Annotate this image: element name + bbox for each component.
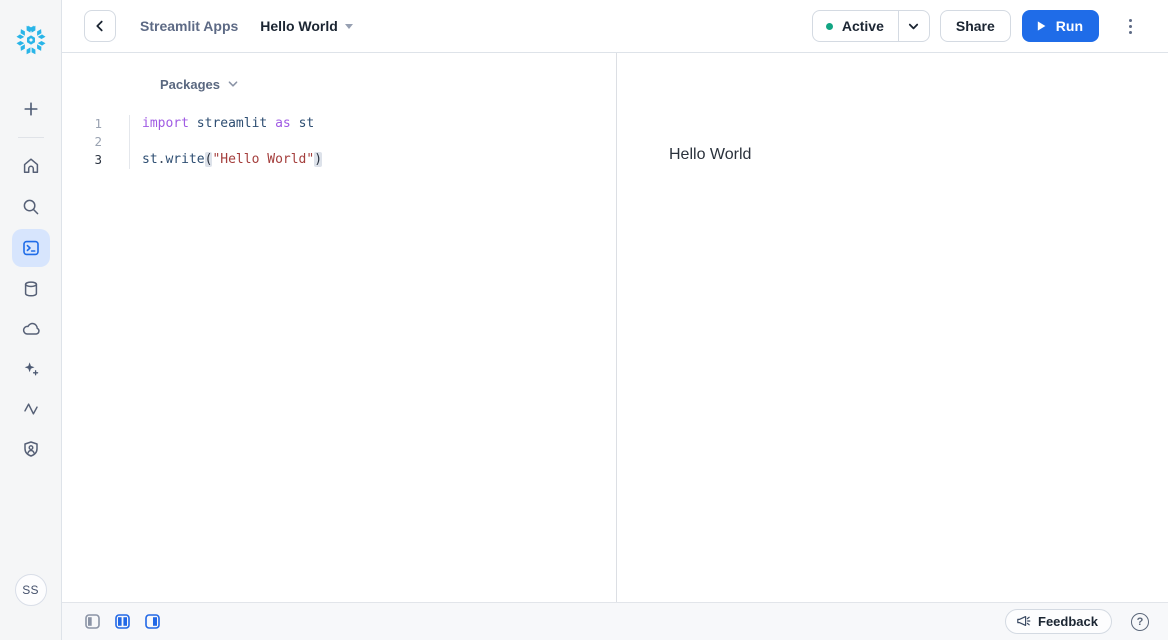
- title-caret-icon[interactable]: [345, 24, 353, 29]
- code-line[interactable]: 1import streamlit as st: [62, 115, 616, 133]
- run-button[interactable]: Run: [1022, 10, 1099, 42]
- line-number: 3: [62, 151, 130, 169]
- play-icon: [1034, 19, 1048, 33]
- code-text[interactable]: import streamlit as st: [130, 115, 314, 133]
- line-number: 2: [62, 133, 130, 151]
- packages-dropdown[interactable]: Packages: [160, 77, 239, 92]
- sidebar-item-new[interactable]: [12, 90, 50, 128]
- sparkles-icon: [21, 359, 41, 379]
- packages-label: Packages: [160, 77, 220, 92]
- code-line[interactable]: 2: [62, 133, 616, 151]
- search-icon: [21, 197, 41, 217]
- feedback-label: Feedback: [1038, 614, 1098, 629]
- left-sidebar: SS: [0, 0, 62, 640]
- status-bar: Feedback ?: [62, 602, 1168, 640]
- megaphone-icon: [1016, 614, 1031, 629]
- sidebar-item-admin[interactable]: [12, 430, 50, 468]
- app-window: SS Streamlit Apps Hello World Active Sha…: [0, 0, 1168, 640]
- chevron-down-icon: [227, 78, 239, 90]
- preview-output-text: Hello World: [669, 146, 751, 164]
- code-editor-panel: Packages 1import streamlit as st23st.wri…: [62, 53, 617, 602]
- help-button[interactable]: ?: [1131, 613, 1149, 631]
- code-line[interactable]: 3st.write("Hello World"): [62, 151, 616, 169]
- share-button[interactable]: Share: [940, 10, 1011, 42]
- code-text[interactable]: st.write("Hello World"): [130, 151, 322, 169]
- header: Streamlit Apps Hello World Active Share …: [62, 0, 1168, 53]
- layout-split-button[interactable]: [115, 614, 130, 629]
- sidebar-divider: [18, 137, 44, 138]
- snowflake-logo-icon[interactable]: [13, 22, 49, 58]
- status-dropdown: Active: [812, 10, 930, 42]
- kebab-icon: [1129, 19, 1132, 34]
- plus-icon: [21, 99, 41, 119]
- status-label: Active: [842, 18, 884, 34]
- more-options-button[interactable]: [1116, 10, 1144, 42]
- status-chevron-button[interactable]: [898, 11, 929, 41]
- layout-toggle-group: [85, 614, 160, 629]
- layout-preview-only-button[interactable]: [145, 614, 160, 629]
- back-button[interactable]: [84, 10, 116, 42]
- app-preview-panel: Hello World: [618, 53, 1168, 602]
- home-icon: [21, 156, 41, 176]
- code-text[interactable]: [130, 133, 142, 151]
- layout-editor-only-button[interactable]: [85, 614, 100, 629]
- sidebar-item-ai[interactable]: [12, 350, 50, 388]
- chevron-down-icon: [907, 20, 920, 33]
- breadcrumb[interactable]: Streamlit Apps: [140, 18, 238, 34]
- editor-toolbar: Packages: [62, 53, 616, 115]
- status-dot-icon: [826, 23, 833, 30]
- user-avatar[interactable]: SS: [15, 574, 47, 606]
- run-label: Run: [1056, 18, 1083, 34]
- chevron-left-icon: [93, 19, 107, 33]
- sidebar-item-cloud[interactable]: [12, 310, 50, 348]
- sidebar-item-data[interactable]: [12, 270, 50, 308]
- activity-icon: [21, 399, 41, 419]
- terminal-icon: [21, 238, 41, 258]
- sidebar-item-projects[interactable]: [12, 229, 50, 267]
- code-lines[interactable]: 1import streamlit as st23st.write("Hello…: [62, 115, 616, 169]
- database-icon: [21, 279, 41, 299]
- shield-user-icon: [21, 439, 41, 459]
- line-number: 1: [62, 115, 130, 133]
- feedback-button[interactable]: Feedback: [1005, 609, 1112, 634]
- sidebar-item-activity[interactable]: [12, 390, 50, 428]
- page-title[interactable]: Hello World: [260, 18, 338, 34]
- status-button[interactable]: Active: [813, 11, 898, 41]
- sidebar-item-home[interactable]: [12, 147, 50, 185]
- sidebar-item-search[interactable]: [12, 188, 50, 226]
- cloud-icon: [21, 319, 41, 339]
